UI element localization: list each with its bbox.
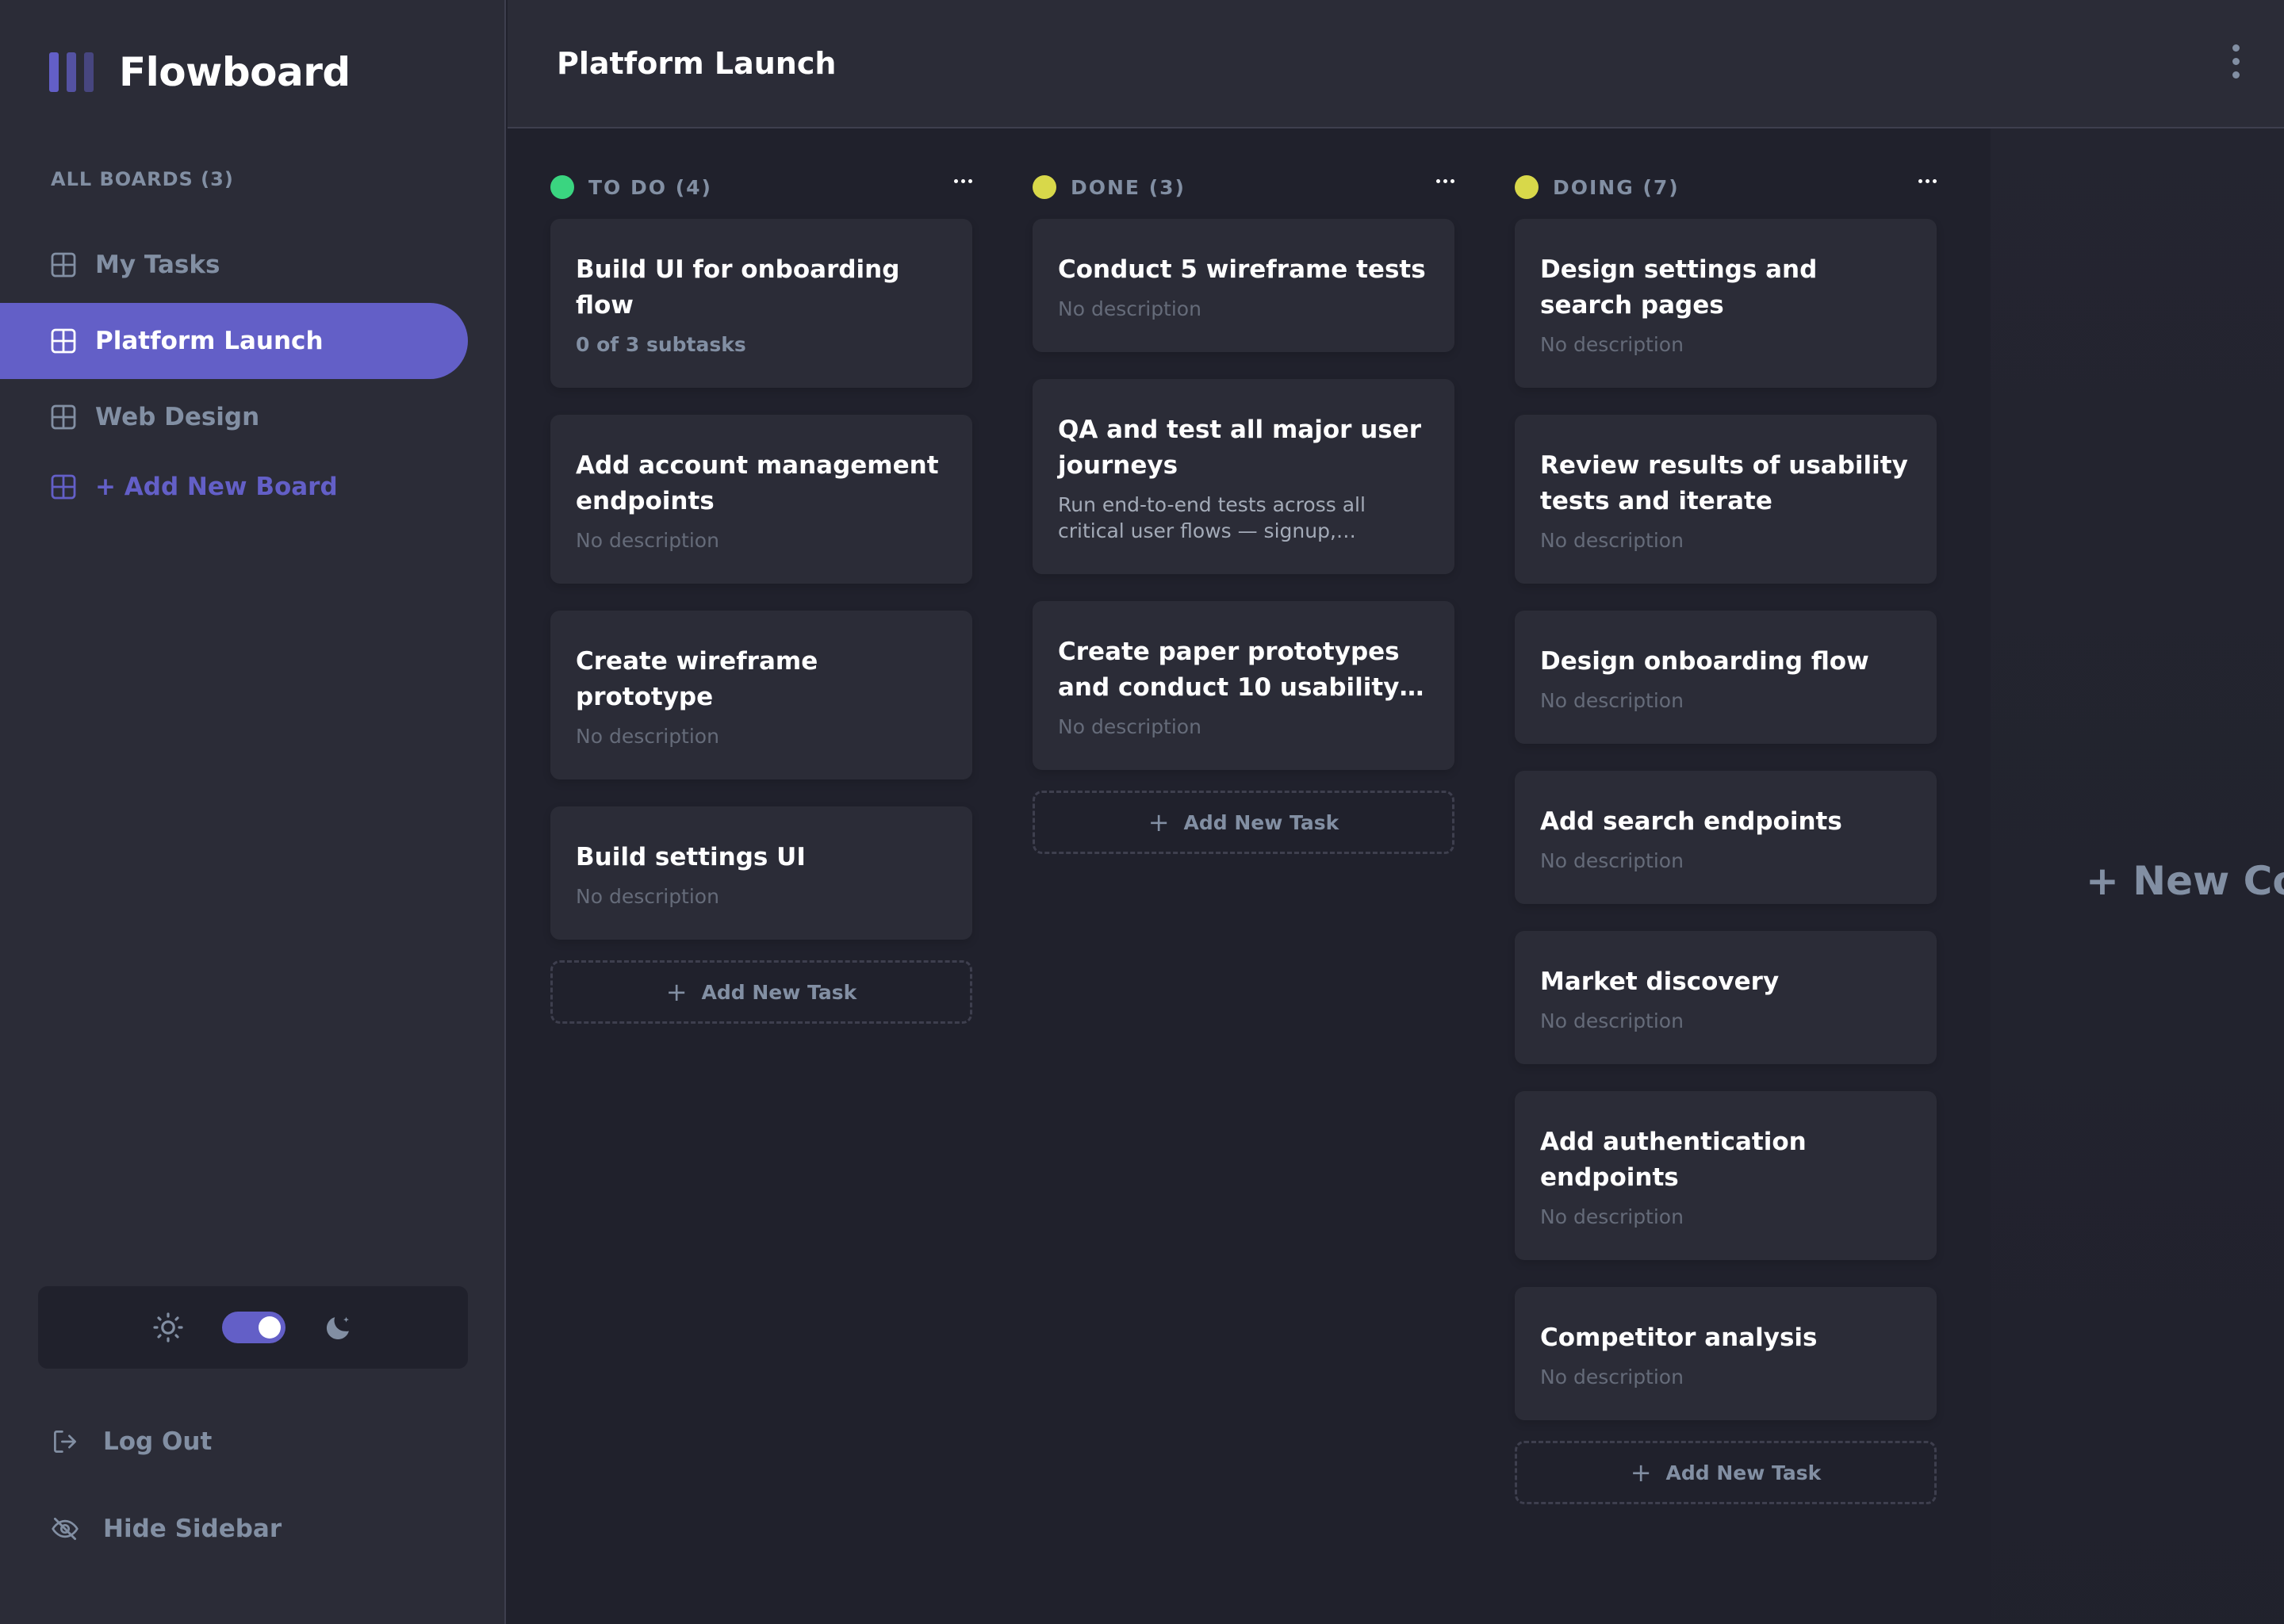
board-icon [51,328,76,354]
plus-icon: + [1630,1457,1652,1488]
add-new-task-button[interactable]: + Add New Task [1515,1441,1937,1504]
column-name: DONE (3) [1071,175,1186,199]
task-card[interactable]: Build settings UI No description [550,806,972,940]
task-card[interactable]: Market discovery No description [1515,931,1937,1064]
board-icon [51,252,76,278]
task-title: Design settings and search pages [1540,255,1818,320]
sidebar-item-platform-launch[interactable]: Platform Launch [0,303,468,379]
task-card[interactable]: Create wireframe prototype No descriptio… [550,611,972,779]
task-card[interactable]: QA and test all major user journeys Run … [1033,379,1454,574]
board-title: Platform Launch [557,46,837,81]
add-new-task-button[interactable]: + Add New Task [1033,791,1454,854]
task-title: Review results of usability tests and it… [1540,451,1908,515]
column-name: DOING (7) [1553,175,1680,199]
sidebar-item-label: My Tasks [95,251,220,279]
task-title: Add search endpoints [1540,807,1842,836]
task-description: No description [1540,1009,1684,1032]
task-title: Build settings UI [576,843,806,871]
task-title: Competitor analysis [1540,1323,1818,1352]
app-name: Flowboard [119,49,351,95]
sidebar-item-my-tasks[interactable]: My Tasks [0,227,468,303]
plus-icon: + [665,977,688,1007]
add-new-board-button[interactable]: + Add New Board [0,449,468,525]
task-description: No description [576,725,719,748]
app-logo: Flowboard [49,49,351,95]
logout-button[interactable]: Log Out [51,1427,212,1456]
sidebar: Flowboard ALL BOARDS (3) My Tasks Platfo… [0,0,506,1624]
task-card[interactable]: Add authentication endpoints No descript… [1515,1091,1937,1260]
column-menu-icon[interactable] [1918,179,1937,183]
task-description: Run end-to-end tests across all critical… [1058,493,1366,542]
plus-icon: + [1148,807,1170,837]
boards-heading: ALL BOARDS (3) [51,168,234,190]
task-card[interactable]: Review results of usability tests and it… [1515,415,1937,584]
new-column-label: + New Column [2086,858,2284,904]
task-title: Build UI for onboarding flow [576,255,900,320]
column-menu-icon[interactable] [954,179,972,183]
column-status-dot [1033,175,1056,199]
sidebar-item-label: Web Design [95,403,260,431]
task-title: Create wireframe prototype [576,647,818,711]
sidebar-item-label: Platform Launch [95,327,324,355]
add-new-task-button[interactable]: + Add New Task [550,960,972,1024]
task-description: No description [1540,1205,1684,1228]
column-doing: DOING (7) Design settings and search pag… [1515,171,1937,1504]
logo-icon [49,52,94,92]
theme-switch-knob [259,1316,281,1339]
eye-slash-icon [52,1517,79,1541]
task-description: No description [1540,849,1684,872]
board-icon [51,474,76,500]
board-header: Platform Launch [508,0,2284,128]
add-new-task-label: Add New Task [1665,1461,1822,1484]
task-title: Add authentication endpoints [1540,1128,1807,1192]
task-description: No description [1540,689,1684,712]
column-header: DONE (3) [1033,171,1454,203]
column-menu-icon[interactable] [1436,179,1454,183]
hide-sidebar-label: Hide Sidebar [103,1515,282,1543]
column-header: TO DO (4) [550,171,972,203]
task-title: Conduct 5 wireframe tests [1058,255,1426,284]
add-new-task-label: Add New Task [701,980,857,1004]
hide-sidebar-button[interactable]: Hide Sidebar [51,1515,282,1543]
task-card[interactable]: Competitor analysis No description [1515,1287,1937,1420]
task-description: No description [1540,1365,1684,1388]
logout-icon [54,1431,76,1453]
task-description: No description [576,885,719,908]
task-title: QA and test all major user journeys [1058,416,1422,480]
task-description: No description [1540,529,1684,552]
theme-switch[interactable] [222,1312,286,1343]
column-status-dot [1515,175,1539,199]
task-card[interactable]: Build UI for onboarding flow 0 of 3 subt… [550,219,972,388]
logout-label: Log Out [103,1427,213,1456]
task-title: Add account management endpoints [576,451,939,515]
column-done: DONE (3) Conduct 5 wireframe tests No de… [1033,171,1454,854]
task-title: Design onboarding flow [1540,647,1869,676]
moon-icon [326,1316,349,1340]
task-description: No description [576,529,719,552]
board-icon [51,404,76,430]
task-card[interactable]: Add account management endpoints No desc… [550,415,972,584]
new-column-button[interactable]: + New Column [1991,128,2284,1624]
column-name: TO DO (4) [588,175,712,199]
column-status-dot [550,175,574,199]
sun-icon [153,1312,183,1342]
task-description: No description [1058,297,1201,320]
task-card[interactable]: Design onboarding flow No description [1515,611,1937,744]
task-card[interactable]: Conduct 5 wireframe tests No description [1033,219,1454,352]
vertical-ellipsis-icon[interactable] [2232,44,2240,79]
task-title: Market discovery [1540,967,1780,996]
task-card[interactable]: Design settings and search pages No desc… [1515,219,1937,388]
task-subtasks: 0 of 3 subtasks [576,333,746,356]
task-card[interactable]: Add search endpoints No description [1515,771,1937,904]
add-new-board-label: + Add New Board [95,473,338,501]
task-description: No description [1058,715,1201,738]
column-header: DOING (7) [1515,171,1937,203]
task-card[interactable]: Create paper prototypes and conduct 10 u… [1033,601,1454,770]
sidebar-item-web-design[interactable]: Web Design [0,379,468,455]
task-description: No description [1540,333,1684,356]
theme-toggle [38,1286,468,1369]
task-title: Create paper prototypes and conduct 10 u… [1058,638,1400,702]
add-new-task-label: Add New Task [1183,810,1339,834]
column-todo: TO DO (4) Build UI for onboarding flow 0… [550,171,972,1024]
